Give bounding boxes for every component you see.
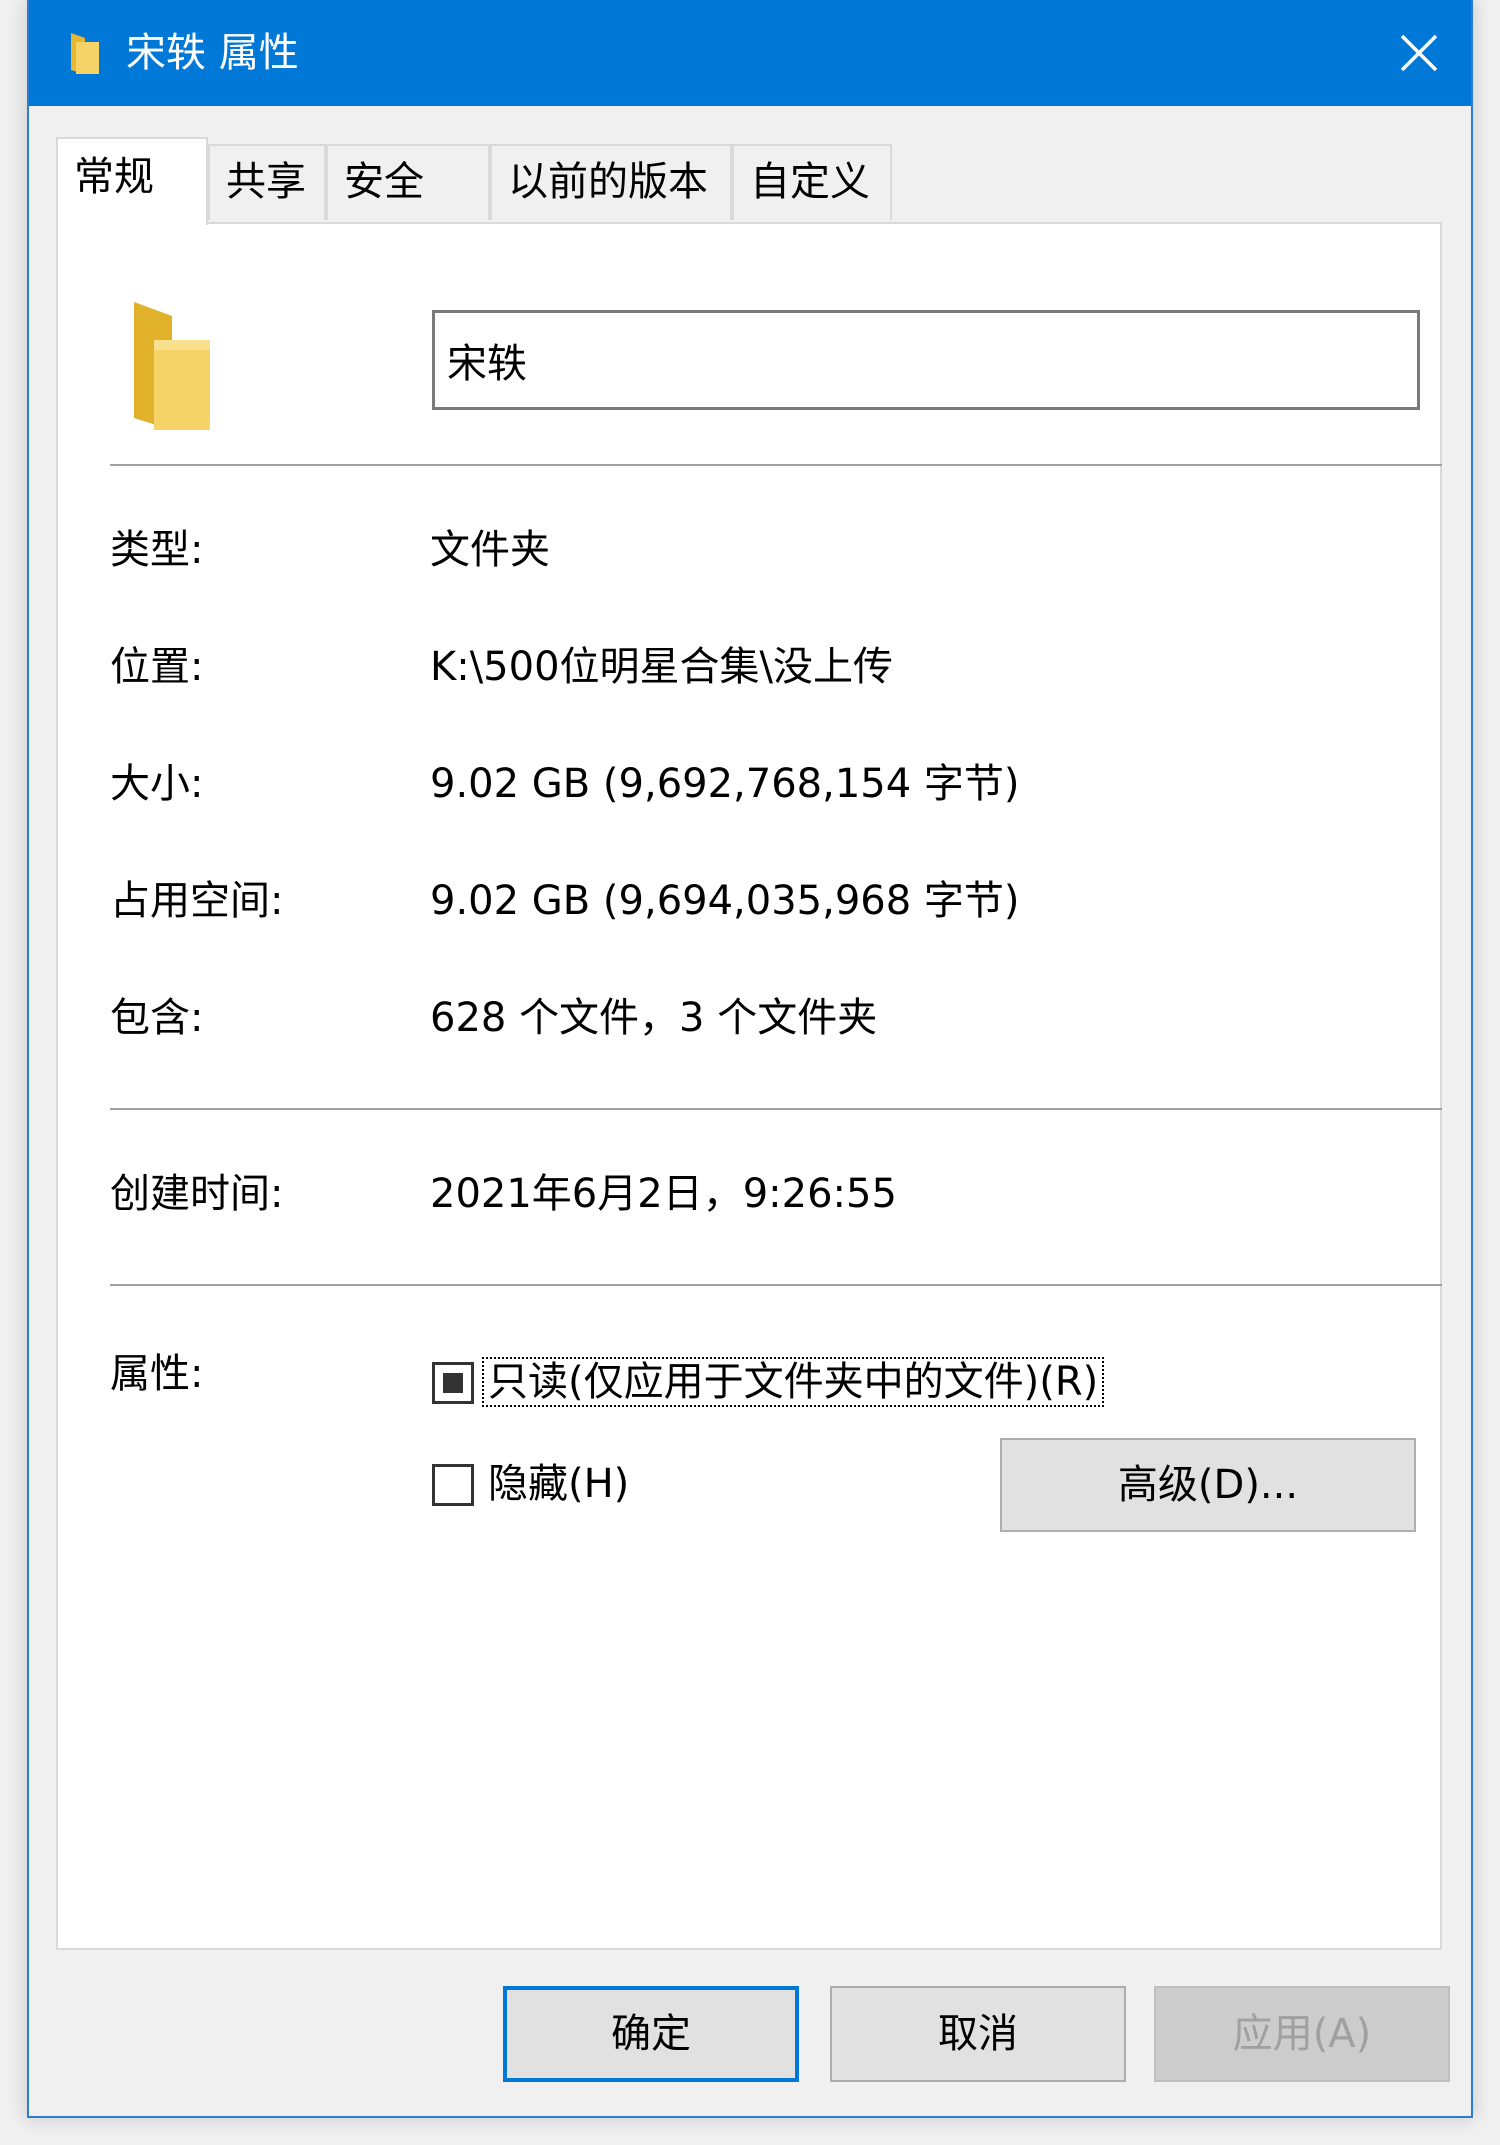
folder-icon [134, 302, 210, 430]
created-value: 2021年6月2日，9:26:55 [430, 1171, 897, 1217]
disk-size-label: 占用空间: [110, 878, 284, 924]
indeterminate-mark [443, 1373, 463, 1393]
tab-security[interactable]: 安全 [326, 144, 490, 220]
apply-button[interactable]: 应用(A) [1154, 1986, 1450, 2082]
folder-icon [71, 33, 99, 74]
advanced-button[interactable]: 高级(D)... [1000, 1438, 1416, 1532]
focus-rectangle: 只读(仅应用于文件夹中的文件)(R) [482, 1357, 1105, 1407]
hidden-label[interactable]: 隐藏(H) [488, 1458, 629, 1510]
tab-label: 共享 [226, 159, 306, 205]
separator [110, 1108, 1442, 1110]
size-value: 9.02 GB (9,692,768,154 字节) [430, 761, 1020, 807]
contains-label: 包含: [110, 995, 204, 1041]
tab-label: 安全 [344, 159, 424, 205]
separator [110, 1284, 1442, 1286]
size-label: 大小: [110, 761, 204, 807]
ok-button[interactable]: 确定 [503, 1986, 799, 2082]
separator [110, 464, 1442, 466]
general-panel: 类型: 文件夹 位置: K:\500位明星合集\没上传 大小: 9.02 GB … [56, 222, 1442, 1950]
title-bar[interactable]: 宋轶 属性 [29, 0, 1471, 106]
tab-label: 以前的版本 [508, 159, 708, 205]
created-label: 创建时间: [110, 1171, 284, 1217]
attributes-label: 属性: [110, 1351, 204, 1397]
readonly-checkbox[interactable] [432, 1362, 474, 1404]
properties-dialog: 宋轶 属性 常规 共享 安全 以前的版本 自定义 类型: 文件夹 位置: K:\… [27, 0, 1473, 2118]
disk-size-value: 9.02 GB (9,694,035,968 字节) [430, 878, 1020, 924]
tab-customize[interactable]: 自定义 [732, 144, 892, 220]
tab-label: 常规 [74, 154, 154, 200]
location-label: 位置: [110, 644, 204, 690]
hidden-checkbox[interactable] [432, 1464, 474, 1506]
location-value: K:\500位明星合集\没上传 [430, 644, 894, 690]
window-title: 宋轶 属性 [126, 30, 299, 76]
readonly-label[interactable]: 只读(仅应用于文件夹中的文件)(R) [482, 1356, 1105, 1408]
folder-name-input[interactable] [432, 310, 1420, 410]
tab-general[interactable]: 常规 [56, 137, 208, 225]
cancel-button[interactable]: 取消 [830, 1986, 1126, 2082]
type-value: 文件夹 [430, 527, 550, 573]
tab-previous-versions[interactable]: 以前的版本 [490, 144, 732, 220]
close-button[interactable] [1367, 0, 1471, 106]
tab-label: 自定义 [750, 159, 870, 205]
close-icon [1400, 34, 1438, 72]
tab-sharing[interactable]: 共享 [208, 144, 326, 220]
contains-value: 628 个文件，3 个文件夹 [430, 995, 878, 1041]
type-label: 类型: [110, 527, 204, 573]
